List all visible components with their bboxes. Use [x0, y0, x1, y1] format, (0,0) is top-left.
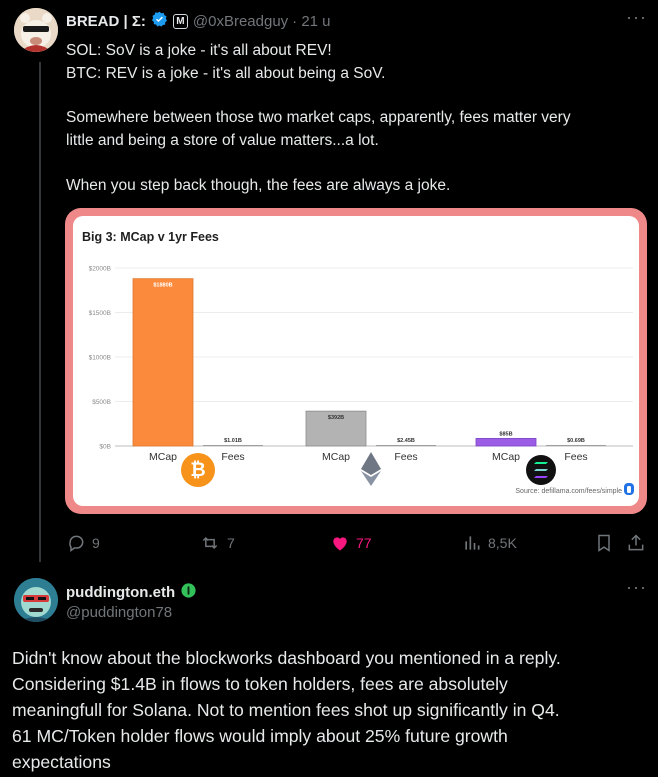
chart-source: Source: defillama.com/fees/simple [515, 488, 622, 495]
bar-data-label: $0.69B [567, 438, 585, 444]
like-count: 77 [356, 535, 372, 551]
like-button[interactable]: 77 [330, 533, 372, 553]
x-category-label: Fees [564, 451, 587, 463]
views-button[interactable]: 8,5K [462, 533, 517, 553]
reply-count: 9 [92, 535, 100, 551]
reply-more-options-icon[interactable]: ··· [626, 578, 647, 596]
heart-icon [333, 537, 347, 551]
x-category-label: MCap [492, 451, 520, 463]
reply-header: puddington.eth [66, 582, 200, 603]
verified-icon [151, 11, 168, 32]
reply-button[interactable]: 9 [66, 533, 100, 553]
bar-data-label: $85B [499, 431, 512, 437]
tweet-text-line: When you step back though, the fees are … [66, 177, 451, 194]
author-handle[interactable]: @0xBreadguy [193, 13, 288, 30]
bar-data-label: $1880B [153, 283, 172, 289]
solana-logo-icon [526, 455, 556, 485]
avatar-puddington-icon [14, 578, 58, 622]
author-name[interactable]: BREAD | Σ: [66, 13, 146, 30]
repost-count: 7 [227, 535, 235, 551]
bar-sol-mcap [475, 438, 537, 447]
bar-eth-fees [376, 445, 436, 446]
y-tick-label: $1000B [89, 355, 111, 362]
reply-author-handle[interactable]: @puddington78 [66, 604, 172, 621]
share-button[interactable] [626, 533, 646, 553]
ethereum-logo-icon [361, 452, 381, 486]
reply-icon [69, 535, 84, 552]
y-tick-label: $2000B [89, 266, 111, 273]
tweet-text-line: SOL: SoV is a joke - it's all about REV! [66, 42, 332, 59]
bookmark-icon [598, 534, 610, 552]
share-icon [628, 534, 644, 551]
reply-author-name[interactable]: puddington.eth [66, 584, 175, 601]
tweet-text-line: BTC: REV is a joke - it's all about bein… [66, 65, 386, 82]
views-icon [465, 536, 480, 550]
bar-sol-fees [546, 445, 606, 446]
defillama-logo-icon [624, 483, 634, 495]
tweet-media-image[interactable]: Big 3: MCap v 1yr Fees $2000B $1500B $1000… [65, 208, 647, 514]
reply-text-line: expectations [12, 752, 111, 772]
mcap-fees-chart: Big 3: MCap v 1yr Fees $2000B $1500B $1000… [82, 230, 634, 495]
tweet-text-line: Somewhere between those two market caps,… [66, 109, 571, 126]
tweet-actions-bar: 9 7 77 8,5K [0, 533, 658, 555]
bar-btc-mcap [132, 278, 194, 447]
reply-text-line: Didn't know about the blockworks dashboa… [12, 648, 561, 668]
bookmark-button[interactable] [594, 533, 614, 553]
x-category-label: MCap [322, 451, 350, 463]
reply-text-line: 61 MC/Token holder flows would imply abo… [12, 726, 508, 746]
bar-data-label: $392B [328, 415, 344, 421]
tweet-timestamp[interactable]: · 21 u [292, 13, 330, 30]
bar-data-label: $1.01B [224, 438, 242, 444]
tweet-text-line: little and being a store of value matter… [66, 132, 379, 149]
y-tick-label: $1500B [89, 310, 111, 317]
tweet-header: BREAD | Σ: M @0xBreadguy · 21 u [66, 11, 331, 32]
avatar-bread-icon [14, 8, 58, 52]
view-count: 8,5K [488, 535, 517, 551]
chart-card: Big 3: MCap v 1yr Fees $2000B $1500B $1000… [73, 216, 639, 506]
repost-button[interactable]: 7 [199, 533, 235, 553]
bar-data-label: $2.45B [397, 438, 415, 444]
y-tick-label: $500B [92, 399, 111, 406]
reply-text-line: Considering $1.4B in flows to token hold… [12, 674, 508, 694]
bar-btc-fees [203, 445, 263, 446]
x-category-label: MCap [149, 451, 177, 463]
y-tick-label: $0B [99, 444, 111, 451]
x-category-label: Fees [221, 451, 244, 463]
reply-text-line: meaningfull for Solana. Not to mention f… [12, 700, 560, 720]
bitcoin-logo-icon: ₿ [181, 453, 215, 487]
affiliate-badge-icon: M [172, 14, 188, 29]
svg-text:₿: ₿ [190, 460, 205, 481]
x-category-label: Fees [394, 451, 417, 463]
thread-connector-line [39, 62, 41, 562]
avatar-puddington[interactable] [14, 578, 58, 622]
green-info-badge-icon [180, 582, 197, 603]
avatar-bread[interactable] [14, 8, 58, 52]
more-options-icon[interactable]: ··· [626, 8, 647, 26]
repost-icon [202, 536, 218, 550]
chart-title: Big 3: MCap v 1yr Fees [82, 230, 219, 244]
